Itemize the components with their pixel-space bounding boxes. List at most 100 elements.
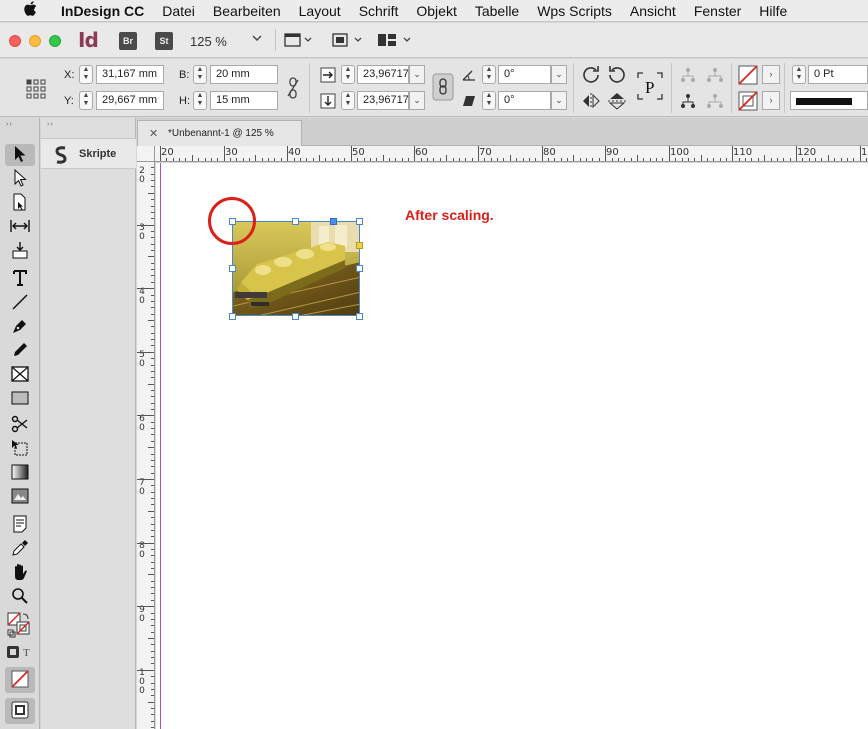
- document-tab[interactable]: ✕ *Unbenannt-1 @ 125 %: [137, 120, 302, 146]
- scale-y-stepper[interactable]: ▲ ▼: [341, 91, 355, 110]
- menu-hilfe[interactable]: Hilfe: [750, 3, 796, 19]
- reference-point-icon[interactable]: [26, 79, 46, 102]
- arrange-documents-icon[interactable]: [377, 31, 411, 49]
- zoom-dropdown-chevron-icon[interactable]: [252, 33, 262, 45]
- view-options-icon[interactable]: [284, 31, 312, 49]
- menu-schrift[interactable]: Schrift: [350, 3, 408, 19]
- rectangle-tool[interactable]: [5, 388, 35, 410]
- scale-x-dropdown[interactable]: ⌄: [409, 65, 425, 84]
- horizontal-ruler[interactable]: 20 30 40 50 60 70 80 90 100 110 120 1: [155, 146, 868, 162]
- resize-handle-bottom-right[interactable]: [356, 313, 363, 320]
- note-tool[interactable]: [5, 514, 35, 536]
- menu-bearbeiten[interactable]: Bearbeiten: [204, 3, 290, 19]
- y-position-stepper[interactable]: ▲ ▼: [79, 91, 93, 110]
- scripts-panel-tab[interactable]: Skripte: [41, 138, 136, 169]
- close-window-button[interactable]: [9, 35, 21, 47]
- menu-tabelle[interactable]: Tabelle: [466, 3, 528, 19]
- resize-handle-top-right[interactable]: [356, 218, 363, 225]
- menu-app-name[interactable]: InDesign CC: [52, 3, 153, 19]
- constrain-proportions-link-icon[interactable]: [287, 77, 299, 102]
- select-container-icon[interactable]: [680, 67, 696, 86]
- menu-ansicht[interactable]: Ansicht: [621, 3, 685, 19]
- free-transform-tool[interactable]: [5, 438, 35, 460]
- menu-fenster[interactable]: Fenster: [685, 3, 750, 19]
- menu-objekt[interactable]: Objekt: [407, 3, 465, 19]
- rotation-field[interactable]: 0°: [498, 65, 551, 84]
- zoom-tool[interactable]: [5, 586, 35, 608]
- hand-tool[interactable]: [5, 562, 35, 584]
- shear-stepper[interactable]: ▲ ▼: [482, 91, 496, 110]
- height-field[interactable]: 15 mm: [210, 91, 278, 110]
- formatting-affects-selector[interactable]: T: [5, 645, 35, 661]
- gradient-feather-tool[interactable]: [5, 486, 35, 508]
- gap-tool[interactable]: [5, 216, 35, 238]
- page-tool[interactable]: [5, 192, 35, 214]
- resize-handle-bottom-center[interactable]: [292, 313, 299, 320]
- panel-dock-grip[interactable]: ››: [47, 121, 54, 128]
- rectangle-frame-tool[interactable]: [5, 364, 35, 386]
- scale-y-field[interactable]: 23,96717: [357, 91, 409, 110]
- live-corner-handle[interactable]: [356, 242, 363, 249]
- stroke-swatch-dropdown[interactable]: ›: [762, 91, 780, 110]
- menu-wps-scripts[interactable]: Wps Scripts: [528, 3, 621, 19]
- flip-horizontal-icon[interactable]: [582, 93, 600, 112]
- line-tool[interactable]: [5, 292, 35, 314]
- width-field[interactable]: 20 mm: [210, 65, 278, 84]
- close-tab-icon[interactable]: ✕: [149, 127, 158, 140]
- content-p-icon[interactable]: P: [637, 72, 663, 103]
- stroke-type-field[interactable]: [790, 91, 868, 110]
- stroke-weight-field[interactable]: 0 Pt: [808, 65, 868, 84]
- scale-x-field[interactable]: 23,96717: [357, 65, 409, 84]
- resize-handle-bottom-left[interactable]: [229, 313, 236, 320]
- fill-swatch-dropdown[interactable]: ›: [762, 65, 780, 84]
- height-stepper[interactable]: ▲ ▼: [193, 91, 207, 110]
- select-next-object-icon[interactable]: [704, 93, 726, 112]
- menu-layout[interactable]: Layout: [290, 3, 350, 19]
- content-grabber-handle[interactable]: [330, 218, 337, 225]
- eyedropper-tool[interactable]: [5, 538, 35, 560]
- zoom-window-button[interactable]: [49, 35, 61, 47]
- fill-stroke-selector[interactable]: [5, 612, 35, 642]
- shear-field[interactable]: 0°: [498, 91, 551, 110]
- scissors-tool[interactable]: [5, 414, 35, 436]
- rotate-counterclockwise-icon[interactable]: [608, 65, 626, 86]
- pencil-tool[interactable]: [5, 340, 35, 362]
- select-previous-object-icon[interactable]: [704, 67, 726, 86]
- y-position-field[interactable]: 29,667 mm: [96, 91, 164, 110]
- minimize-window-button[interactable]: [29, 35, 41, 47]
- stroke-swatch-none-icon[interactable]: [738, 91, 758, 114]
- scale-x-stepper[interactable]: ▲ ▼: [341, 65, 355, 84]
- resize-handle-middle-right[interactable]: [356, 265, 363, 272]
- width-stepper[interactable]: ▲ ▼: [193, 65, 207, 84]
- type-tool[interactable]: [5, 268, 35, 290]
- select-content-icon[interactable]: [680, 93, 696, 112]
- content-collector-tool[interactable]: [5, 240, 35, 262]
- shear-dropdown[interactable]: ⌄: [551, 91, 567, 110]
- constrain-scale-link-icon[interactable]: [432, 73, 454, 104]
- stroke-weight-stepper[interactable]: ▲ ▼: [792, 65, 806, 84]
- screen-mode-button[interactable]: [5, 698, 35, 724]
- x-position-stepper[interactable]: ▲ ▼: [79, 65, 93, 84]
- scale-y-dropdown[interactable]: ⌄: [409, 91, 425, 110]
- rotation-stepper[interactable]: ▲ ▼: [482, 65, 496, 84]
- pen-tool[interactable]: [5, 316, 35, 338]
- menu-datei[interactable]: Datei: [153, 3, 204, 19]
- gradient-swatch-tool[interactable]: [5, 462, 35, 484]
- rotation-dropdown[interactable]: ⌄: [551, 65, 567, 84]
- tools-panel-grip[interactable]: ››: [6, 121, 13, 128]
- vertical-ruler[interactable]: 20 30 40 50 60 70 80 90 100: [137, 162, 155, 729]
- resize-handle-top-center[interactable]: [292, 218, 299, 225]
- resize-handle-middle-left[interactable]: [229, 265, 236, 272]
- selection-tool[interactable]: [5, 144, 35, 166]
- apply-none-button[interactable]: [5, 667, 35, 693]
- flip-vertical-icon[interactable]: [608, 92, 626, 113]
- stock-button[interactable]: St: [155, 32, 173, 50]
- direct-selection-tool[interactable]: [5, 168, 35, 190]
- ruler-origin[interactable]: [137, 146, 155, 162]
- x-position-field[interactable]: 31,167 mm: [96, 65, 164, 84]
- fill-swatch-none-icon[interactable]: [738, 65, 758, 88]
- bridge-button[interactable]: Br: [119, 32, 137, 50]
- apple-icon[interactable]: [18, 1, 42, 20]
- zoom-level[interactable]: 125 %: [190, 34, 227, 49]
- rotate-clockwise-icon[interactable]: [582, 65, 600, 86]
